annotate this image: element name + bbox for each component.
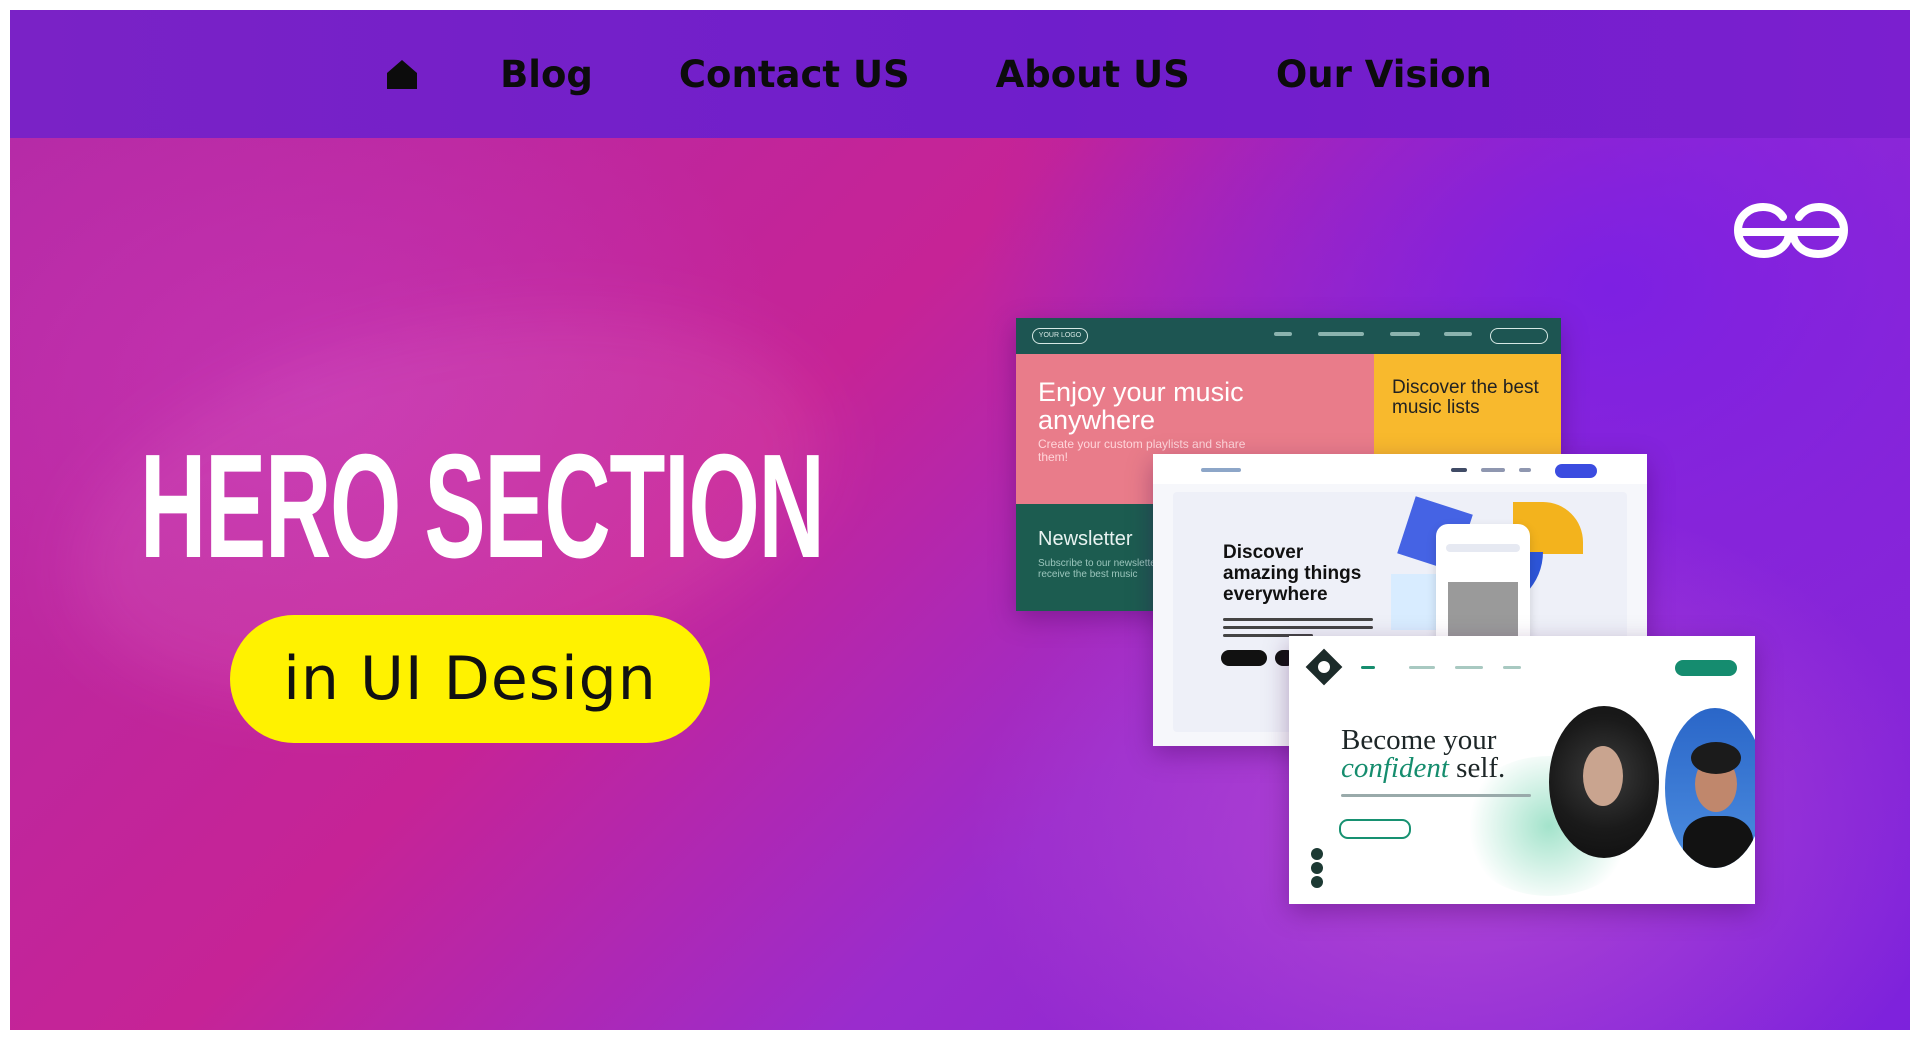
mockup-menu-link [1455,666,1483,669]
mockup-menu-link [1274,332,1292,336]
screenshot-frame: Blog Contact US About US Our Vision HERO… [10,10,1910,1030]
mockup-menu-link [1361,666,1375,669]
mockup-line [1223,626,1373,629]
mockup-menu-link [1390,332,1420,336]
mockup-newsletter-title: Newsletter [1038,528,1133,550]
mockup-face [1583,746,1623,806]
mockup-menu-link [1519,468,1531,472]
mockup-headline: Enjoy your music anywhere [1038,377,1244,435]
mockup-side-headline: Discover the best music lists [1392,377,1539,418]
mockup-header [1016,318,1561,354]
mockup-dot [1311,876,1323,888]
mockup-logo: YOUR LOGO [1032,328,1088,344]
mockup-store-badge [1221,650,1267,666]
mockup-clinic-site: Become your confident self. [1289,636,1755,904]
mockup-portrait-man [1665,708,1755,868]
hero-title: HERO SECTION [140,424,825,589]
mockup-headline-emphasis: confident [1341,752,1449,784]
mockup-menu-link [1318,332,1364,336]
subtitle-pill: in UI Design [230,615,710,743]
mockup-button [1675,660,1737,676]
nav-link-our-vision[interactable]: Our Vision [1276,53,1492,96]
nav-link-contact-us[interactable]: Contact US [679,53,910,96]
hero-banner-image: HERO SECTION in UI Design YOUR LOGO Enjo… [10,138,1910,1030]
home-icon[interactable] [385,57,419,91]
mockup-menu-link [1481,468,1505,472]
mockup-brand [1201,468,1241,472]
mockup-button [1555,464,1597,478]
mockup-logo-dot [1318,661,1330,673]
hero-subtitle: in UI Design [283,644,657,714]
mockup-body [1683,816,1753,868]
mockup-headline: Become your confident self. [1341,726,1506,784]
mockup-menu-link [1503,666,1521,669]
mockup-headline-rest: self. [1448,752,1506,784]
nav-link-blog[interactable]: Blog [500,53,593,96]
nav-list: Blog Contact US About US Our Vision [385,53,1535,96]
mockup-portrait-woman [1549,706,1659,858]
mockup-menu-link [1451,468,1467,472]
gfg-logo-icon [1733,202,1849,258]
top-navigation-bar: Blog Contact US About US Our Vision [10,10,1910,138]
mockup-phone-search [1446,544,1520,552]
mockup-line [1223,618,1373,621]
mockup-menu-link [1444,332,1472,336]
mockup-outline-button [1339,819,1411,839]
mockup-dot [1311,848,1323,860]
mockup-button [1490,328,1548,344]
mockup-menu-link [1409,666,1435,669]
mockup-dot [1311,862,1323,874]
mockup-subline [1341,794,1531,797]
mockup-hair [1691,742,1741,774]
mockup-headline: Discover amazing things everywhere [1223,542,1362,605]
nav-link-about-us[interactable]: About US [996,53,1190,96]
